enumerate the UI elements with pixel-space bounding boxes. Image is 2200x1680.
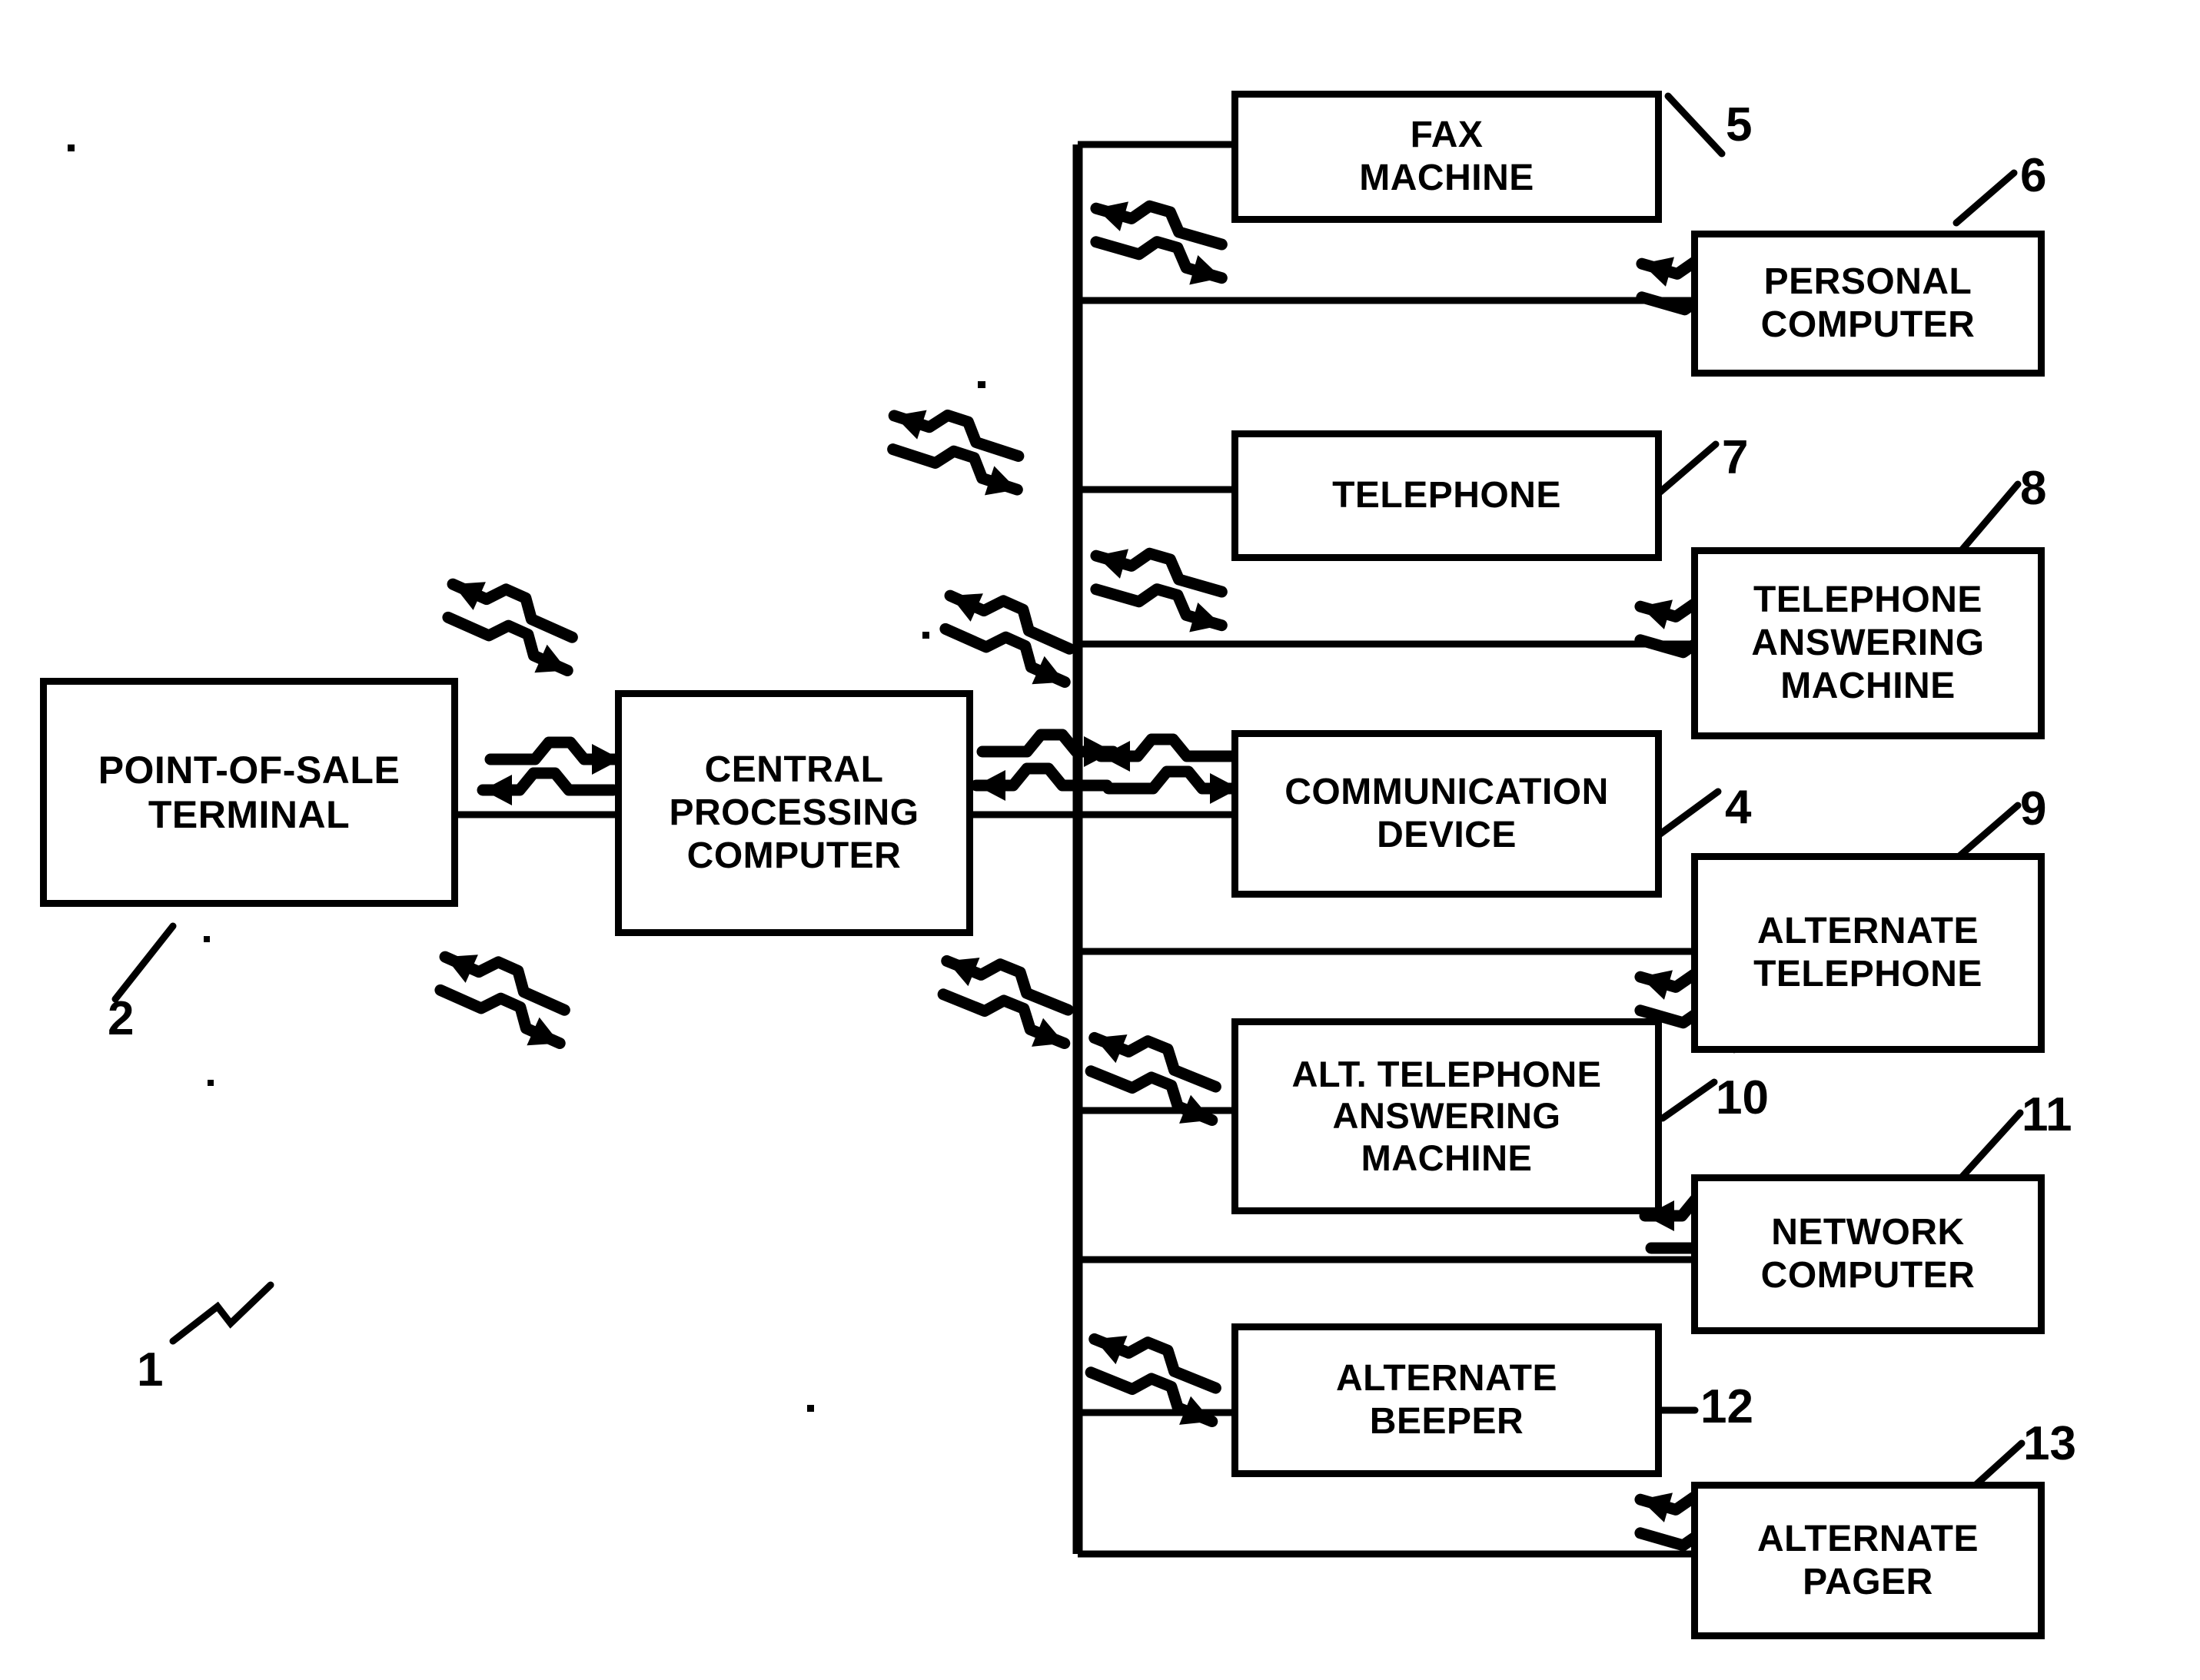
reference-numeral-10: 10 [1716, 1071, 1769, 1124]
node-label-line1: ALTERNATE [1756, 1518, 1979, 1559]
leader-10 [1659, 1078, 1718, 1122]
wireless-symbol-pos-cpc [483, 742, 621, 805]
node-alternate-beeper[interactable]: ALTERNATE BEEPER [1231, 1323, 1662, 1477]
node-label-line1: ALTERNATE [1756, 911, 1979, 952]
wireless-symbol-pos-lower [426, 941, 580, 1057]
reference-numeral-13: 13 [2023, 1417, 2076, 1470]
leader-6 [1952, 169, 2018, 227]
node-communication-device[interactable]: COMMUNICATION DEVICE [1231, 730, 1662, 898]
node-telephone[interactable]: TELEPHONE [1231, 430, 1662, 561]
reference-numeral-4: 4 [1725, 781, 1752, 834]
reference-numeral-2: 2 [108, 992, 135, 1045]
node-central-processing-computer[interactable]: CENTRAL PROCESSING COMPUTER [615, 690, 973, 936]
node-label-line2: COMPUTER [1760, 1255, 1976, 1296]
node-label-line2: ANSWERING [1751, 623, 1985, 664]
wireless-symbol-upper-left-a [879, 400, 1032, 504]
node-label-line2: PAGER [1803, 1561, 1933, 1602]
wireless-symbol-bus-telephone [1083, 540, 1235, 640]
leader-1 [169, 1281, 274, 1345]
node-label-line2: COMPUTER [1760, 304, 1976, 345]
wireless-symbol-bus-fax [1083, 192, 1235, 293]
reference-numeral-11: 11 [2022, 1088, 2072, 1141]
reference-numeral-6: 6 [2020, 149, 2047, 202]
node-label-line1: TELEPHONE [1332, 475, 1561, 516]
wireless-symbol-bus-alternate-beeper [1077, 1323, 1231, 1436]
node-label-line1: NETWORK [1771, 1212, 1965, 1253]
node-network-computer[interactable]: NETWORK COMPUTER [1691, 1174, 2045, 1334]
reference-numeral-5: 5 [1726, 98, 1753, 151]
reference-numeral-12: 12 [1700, 1380, 1753, 1433]
node-label-line1: CENTRAL [704, 749, 884, 791]
node-label-line1: TELEPHONE [1753, 579, 1982, 621]
node-label-line3: MACHINE [1361, 1137, 1533, 1178]
node-label-line3: MACHINE [1780, 665, 1956, 706]
node-fax-machine[interactable]: FAX MACHINE [1231, 91, 1662, 223]
reference-numeral-7: 7 [1722, 431, 1749, 484]
node-label-line1: ALTERNATE [1335, 1358, 1558, 1399]
node-label-line2: MACHINE [1359, 158, 1534, 198]
leader-7 [1657, 440, 1720, 496]
node-label-line2: ANSWERING [1332, 1095, 1561, 1137]
node-label-line1: COMMUNICATION [1284, 772, 1609, 813]
node-label-line2: TERMINAL [148, 793, 351, 836]
node-label-line1: ALT. TELEPHONE [1291, 1053, 1602, 1094]
reference-numeral-8: 8 [2020, 462, 2047, 515]
node-label-line3: COMPUTER [686, 835, 902, 876]
wireless-symbol-lower-left [929, 945, 1083, 1057]
figure-canvas: POINT-OF-SALE TERMINAL CENTRAL PROCESSIN… [0, 0, 2200, 1680]
node-point-of-sale-terminal[interactable]: POINT-OF-SALE TERMINAL [40, 678, 458, 907]
node-personal-computer[interactable]: PERSONAL COMPUTER [1691, 231, 2045, 377]
reference-numeral-9: 9 [2020, 782, 2047, 835]
wireless-symbol-bus-alt-tam [1077, 1022, 1231, 1134]
reference-numeral-1: 1 [137, 1343, 164, 1396]
wireless-symbol-pos-upper [434, 569, 587, 685]
node-label-line1: POINT-OF-SALE [98, 749, 400, 792]
node-label-line1: PERSONAL [1763, 261, 1972, 303]
node-alternate-pager[interactable]: ALTERNATE PAGER [1691, 1482, 2045, 1639]
wireless-symbol-upper-left-b [931, 580, 1085, 696]
node-label-line2: BEEPER [1369, 1401, 1524, 1442]
node-label-line2: TELEPHONE [1753, 954, 1982, 994]
node-alternate-telephone[interactable]: ALTERNATE TELEPHONE [1691, 853, 2045, 1053]
node-label-line1: FAX [1410, 115, 1484, 156]
node-alt-telephone-answering-machine[interactable]: ALT. TELEPHONE ANSWERING MACHINE [1231, 1018, 1662, 1214]
wireless-symbol-cpc-bus [976, 735, 1113, 801]
leader-2 [111, 922, 177, 1003]
wireless-symbol-bus-comm [1101, 739, 1239, 804]
node-label-line2: DEVICE [1377, 815, 1517, 855]
leader-4 [1657, 788, 1722, 838]
node-label-line2: PROCESSING [669, 792, 919, 834]
leader-5 [1664, 92, 1726, 158]
node-telephone-answering-machine[interactable]: TELEPHONE ANSWERING MACHINE [1691, 547, 2045, 739]
